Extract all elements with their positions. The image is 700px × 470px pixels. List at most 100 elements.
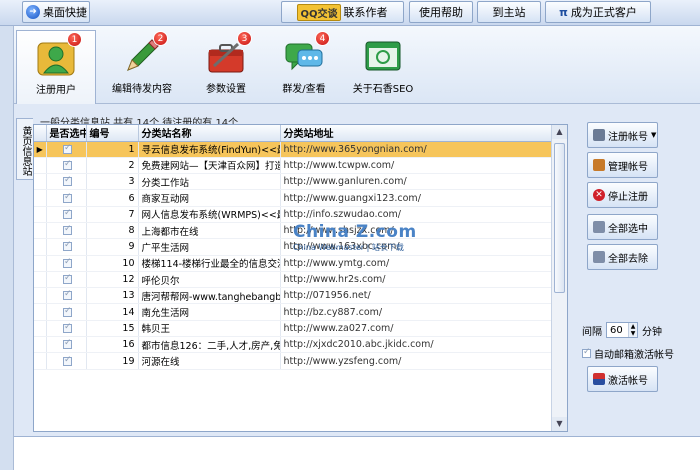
remove-all-label: 全部去除	[608, 253, 648, 265]
checkbox-icon[interactable]	[582, 347, 591, 358]
activate-account-label: 激活帐号	[608, 375, 648, 387]
checkbox-icon[interactable]	[63, 208, 72, 219]
row-select-cell[interactable]	[46, 173, 87, 191]
col-name-header[interactable]: 分类站名称	[138, 125, 281, 142]
row-site-url: http://bz.cy887.com/	[280, 303, 554, 321]
desktop-shortcut-label: 桌面快捷	[43, 6, 87, 19]
row-select-cell[interactable]	[46, 336, 87, 354]
tool-register-users[interactable]: 1 注册用户	[16, 30, 96, 104]
sites-grid: 是否选中 编号 分类站名称 分类站地址 ▶ 1寻云信息发布系统(FindYun)<…	[33, 124, 568, 432]
log-area	[14, 436, 700, 470]
side-tab[interactable]: 黄页信息站	[16, 118, 33, 180]
table-row[interactable]: 2免费建网站—【天津百众网】打造http://www.tcwpw.com/	[34, 157, 554, 175]
contact-author-button[interactable]: QQ交谈 联系作者	[281, 1, 404, 23]
row-indicator: ▶	[34, 141, 47, 158]
row-indicator	[34, 255, 47, 272]
col-number-header[interactable]: 编号	[86, 125, 139, 142]
scroll-thumb[interactable]	[554, 143, 565, 293]
row-indicator	[34, 352, 47, 370]
row-indicator	[34, 303, 47, 321]
checkbox-icon[interactable]	[63, 338, 72, 350]
checkbox-icon[interactable]	[63, 273, 72, 285]
row-number: 8	[86, 222, 139, 240]
auto-mail-checkbox[interactable]: 自动邮箱激活帐号	[582, 346, 674, 361]
table-row[interactable]: 14南允生活网http://bz.cy887.com/	[34, 303, 554, 321]
row-number: 13	[86, 287, 139, 305]
table-row[interactable]: 7网人信息发布系统(WRMPS)<<最http://info.szwudao.c…	[34, 206, 554, 223]
badge-1: 1	[67, 32, 82, 47]
table-row[interactable]: 13唐河帮帮网-www.tanghebangbanghttp://071956.…	[34, 287, 554, 305]
interval-stepper[interactable]: 60 ▲ ▼	[606, 322, 638, 338]
table-row[interactable]: ▶ 1寻云信息发布系统(FindYun)<<最http://www.365yong…	[34, 141, 554, 158]
tool-edit-content[interactable]: 2 编辑待发内容	[102, 30, 182, 102]
tool-send-view[interactable]: 4 群发/查看	[264, 30, 344, 102]
row-select-cell[interactable]	[46, 352, 87, 370]
row-site-name: 免费建网站—【天津百众网】打造	[138, 157, 281, 175]
manage-account-button[interactable]: 管理帐号	[587, 152, 658, 178]
scroll-up-icon[interactable]: ▲	[552, 125, 567, 139]
checkbox-icon[interactable]	[63, 159, 72, 170]
stop-icon: ✕	[593, 189, 605, 201]
row-site-url: http://www.163xbc.com/	[280, 238, 554, 256]
row-site-url: http://www.365yongnian.com/	[280, 141, 554, 158]
table-row[interactable]: 8上海都市在线http://www.shsjzx.com/	[34, 222, 554, 240]
checkbox-icon[interactable]	[63, 306, 72, 317]
toolbox-icon: 3	[206, 31, 252, 76]
table-row[interactable]: 16都市信息126：二手,人才,房产,免费http://xjxdc2010.ab…	[34, 336, 554, 354]
scroll-down-icon[interactable]: ▼	[552, 417, 567, 431]
register-account-button[interactable]: 注册帐号 ▼	[587, 122, 658, 148]
row-select-cell[interactable]	[46, 141, 87, 158]
tool-label: 参数设置	[206, 84, 246, 95]
checkbox-icon[interactable]	[63, 175, 72, 187]
col-selected-header[interactable]: 是否选中	[46, 125, 87, 142]
checkbox-icon[interactable]	[63, 143, 72, 154]
table-row[interactable]: 6商家互动网http://www.guangxi123.com/	[34, 189, 554, 207]
tool-about[interactable]: 关于石香SEO	[343, 30, 423, 102]
tool-settings[interactable]: 3 参数设置	[186, 30, 266, 102]
remove-all-button[interactable]: 全部去除	[587, 244, 658, 270]
interval-unit: 分钟	[642, 326, 662, 338]
stepper-arrows-icon[interactable]: ▲ ▼	[628, 323, 637, 337]
table-body: ▶ 1寻云信息发布系统(FindYun)<<最http://www.365yong…	[34, 141, 554, 370]
row-number: 7	[86, 206, 139, 223]
select-all-button[interactable]: 全部选中	[587, 214, 658, 240]
tool-label: 关于石香SEO	[352, 84, 414, 95]
checkbox-icon[interactable]	[63, 322, 72, 333]
col-url-header[interactable]: 分类站地址	[280, 125, 554, 142]
row-select-cell[interactable]	[46, 271, 87, 289]
main-site-button[interactable]: 到主站	[477, 1, 541, 23]
checkbox-icon[interactable]	[63, 257, 72, 268]
table-row[interactable]: 19河源在线http://www.yzsfeng.com/	[34, 352, 554, 370]
become-customer-button[interactable]: π 成为正式客户	[545, 1, 651, 23]
row-select-cell[interactable]	[46, 320, 87, 338]
vertical-scrollbar[interactable]: ▲ ▼	[551, 125, 567, 431]
desktop-shortcut-button[interactable]: ➜ 桌面快捷	[22, 1, 90, 23]
row-indicator	[34, 173, 47, 191]
checkbox-icon[interactable]	[63, 240, 72, 252]
row-site-name: 上海都市在线	[138, 222, 281, 240]
checkbox-icon[interactable]	[63, 192, 72, 203]
row-select-cell[interactable]	[46, 287, 87, 305]
row-select-cell[interactable]	[46, 206, 87, 223]
row-select-cell[interactable]	[46, 189, 87, 207]
row-select-cell[interactable]	[46, 222, 87, 240]
row-select-cell[interactable]	[46, 255, 87, 272]
table-row[interactable]: 15韩贝王http://www.za027.com/	[34, 320, 554, 338]
table-row[interactable]: 9广平生活网http://www.163xbc.com/	[34, 238, 554, 256]
row-number: 6	[86, 189, 139, 207]
checkbox-icon[interactable]	[63, 289, 72, 301]
activate-account-button[interactable]: 激活帐号	[587, 366, 658, 392]
row-select-cell[interactable]	[46, 157, 87, 175]
row-select-cell[interactable]	[46, 238, 87, 256]
table-row[interactable]: 10楼梯114-楼梯行业最全的信息交流http://www.ymtg.com/	[34, 255, 554, 272]
table-row[interactable]: 3分类工作站http://www.ganluren.com/	[34, 173, 554, 191]
row-select-cell[interactable]	[46, 303, 87, 321]
table-row[interactable]: 12呼伦贝尔http://www.hr2s.com/	[34, 271, 554, 289]
row-site-url: http://www.yzsfeng.com/	[280, 352, 554, 370]
help-label: 使用帮助	[419, 6, 463, 19]
help-button[interactable]: 使用帮助	[409, 1, 473, 23]
stop-register-button[interactable]: ✕ 停止注册	[587, 182, 658, 208]
checkbox-icon[interactable]	[63, 355, 72, 366]
checkbox-icon[interactable]	[63, 224, 72, 236]
row-site-name: 楼梯114-楼梯行业最全的信息交流	[138, 255, 281, 272]
